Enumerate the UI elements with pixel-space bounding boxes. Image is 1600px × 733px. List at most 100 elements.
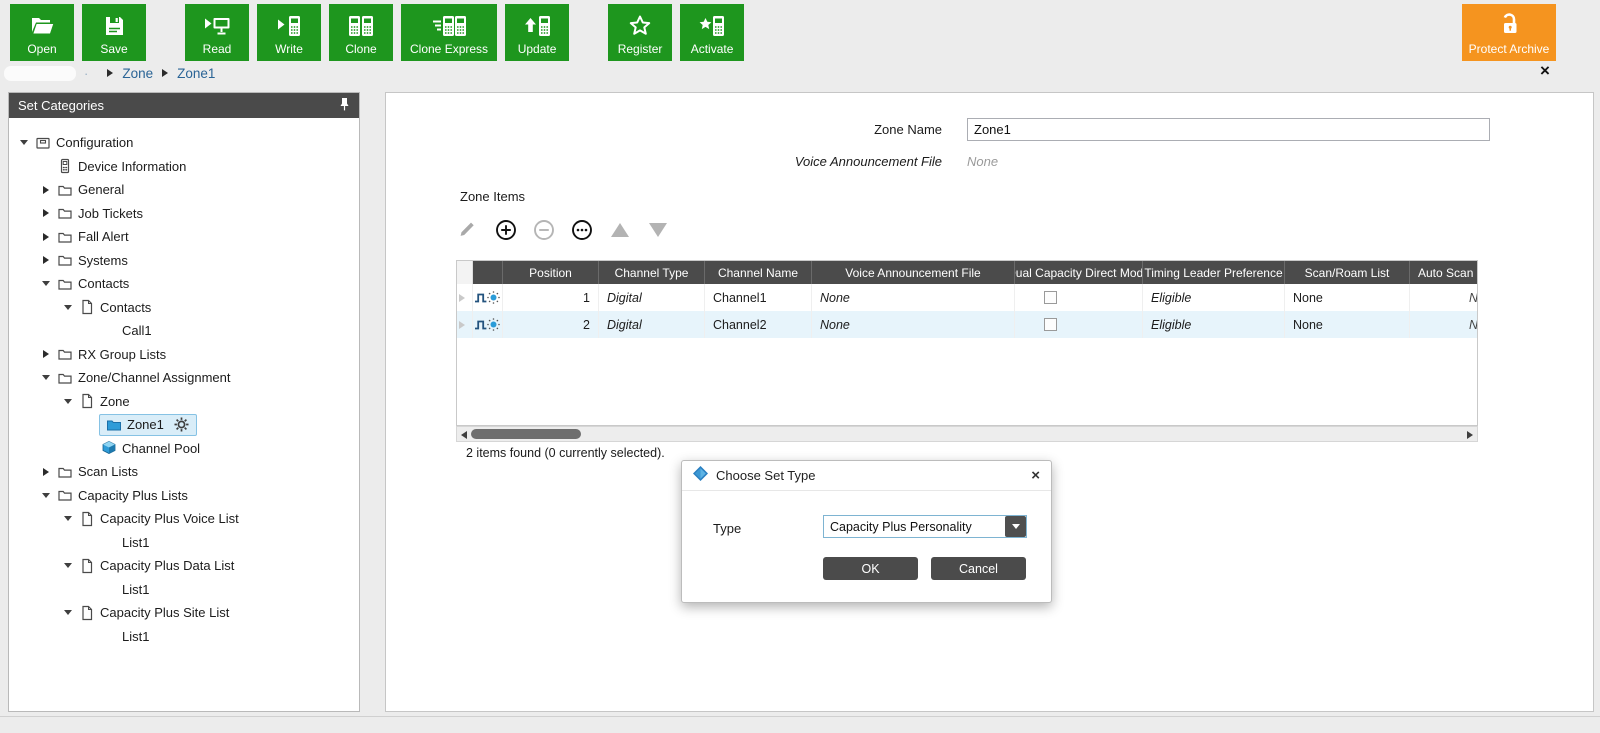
sidebar-item-job-tickets[interactable]: Job Tickets bbox=[9, 202, 359, 226]
scroll-right-icon[interactable] bbox=[1467, 431, 1473, 439]
chevron-down-icon[interactable] bbox=[59, 563, 77, 568]
activate-button[interactable]: Activate bbox=[680, 4, 744, 61]
sidebar-item-list1[interactable]: List1 bbox=[9, 578, 359, 602]
sidebar-item-zone[interactable]: Zone bbox=[9, 390, 359, 414]
dialog-close-icon[interactable]: × bbox=[1031, 467, 1040, 484]
tree-item-content: Scan Lists bbox=[55, 464, 141, 480]
update-button[interactable]: Update bbox=[505, 4, 569, 61]
folder-icon bbox=[55, 346, 75, 362]
sidebar-item-contacts[interactable]: Contacts bbox=[9, 296, 359, 320]
read-icon bbox=[204, 4, 231, 42]
table-row[interactable]: 1DigitalChannel1NoneEligibleNoneNo bbox=[457, 284, 1478, 311]
folder-icon bbox=[55, 487, 75, 503]
chevron-down-icon[interactable] bbox=[59, 399, 77, 404]
write-button[interactable]: Write bbox=[257, 4, 321, 61]
sidebar-item-list1[interactable]: List1 bbox=[9, 625, 359, 649]
save-button[interactable]: Save bbox=[82, 4, 146, 61]
chevron-right-icon[interactable] bbox=[459, 321, 465, 329]
sidebar-item-zone-channel-assignment[interactable]: Zone/Channel Assignment bbox=[9, 366, 359, 390]
chevron-down-icon[interactable] bbox=[37, 281, 55, 286]
radio-icon bbox=[55, 158, 75, 174]
activate-icon bbox=[699, 4, 725, 42]
sidebar-item-capacity-plus-voice-list[interactable]: Capacity Plus Voice List bbox=[9, 507, 359, 531]
cell-dual-capacity-direct-mode bbox=[1015, 284, 1143, 311]
edit-pencil-icon[interactable] bbox=[456, 217, 480, 243]
sidebar-item-fall-alert[interactable]: Fall Alert bbox=[9, 225, 359, 249]
move-up-icon[interactable] bbox=[608, 217, 632, 243]
zone-items-toolbar bbox=[456, 215, 670, 245]
more-options-ellipsis-icon[interactable] bbox=[570, 217, 594, 243]
sidebar-item-list1[interactable]: List1 bbox=[9, 531, 359, 555]
pin-icon[interactable] bbox=[339, 97, 350, 114]
sidebar-item-device-information[interactable]: Device Information bbox=[9, 155, 359, 179]
chevron-right-icon[interactable] bbox=[459, 294, 465, 302]
breadcrumb-item-zone1[interactable]: Zone1 bbox=[177, 66, 215, 81]
sidebar-title: Set Categories bbox=[18, 98, 104, 113]
checkbox[interactable] bbox=[1044, 318, 1057, 331]
chevron-down-icon[interactable] bbox=[59, 516, 77, 521]
voice-announcement-file-value: None bbox=[967, 154, 998, 169]
sidebar-item-call1[interactable]: Call1 bbox=[9, 319, 359, 343]
checkbox[interactable] bbox=[1044, 291, 1057, 304]
chevron-down-icon[interactable] bbox=[37, 375, 55, 380]
cube-icon bbox=[99, 440, 119, 456]
open-folder-icon bbox=[29, 4, 55, 42]
breadcrumb-dot: · bbox=[84, 66, 88, 81]
clone-button[interactable]: Clone bbox=[329, 4, 393, 61]
breadcrumb-item-zone[interactable]: Zone bbox=[122, 66, 153, 81]
table-row[interactable]: 2DigitalChannel2NoneEligibleNoneNo bbox=[457, 311, 1478, 338]
add-circle-plus-icon[interactable] bbox=[494, 217, 518, 243]
sidebar-item-capacity-plus-site-list[interactable]: Capacity Plus Site List bbox=[9, 601, 359, 625]
chevron-down-icon[interactable] bbox=[59, 305, 77, 310]
horizontal-scrollbar[interactable] bbox=[456, 426, 1478, 442]
column-header-auto-scan: Auto Scan bbox=[1410, 261, 1478, 284]
close-icon[interactable]: × bbox=[1540, 62, 1550, 80]
scrollbar-thumb[interactable] bbox=[471, 429, 581, 439]
tree-item-label: General bbox=[75, 182, 127, 197]
digital-channel-icon bbox=[473, 311, 503, 338]
sidebar-item-capacity-plus-lists[interactable]: Capacity Plus Lists bbox=[9, 484, 359, 508]
sidebar-item-channel-pool[interactable]: Channel Pool bbox=[9, 437, 359, 461]
zone-name-input[interactable] bbox=[967, 118, 1490, 141]
toolbar-button-label: Activate bbox=[691, 42, 734, 61]
open-button[interactable]: Open bbox=[10, 4, 74, 61]
protect-archive-button[interactable]: Protect Archive bbox=[1462, 4, 1556, 61]
chevron-down-icon[interactable] bbox=[1005, 516, 1026, 537]
chevron-right-icon[interactable] bbox=[37, 233, 55, 241]
chevron-right-icon[interactable] bbox=[37, 350, 55, 358]
chevron-right-icon[interactable] bbox=[37, 468, 55, 476]
sidebar-item-configuration[interactable]: Configuration bbox=[9, 131, 359, 155]
chevron-right-icon[interactable] bbox=[37, 209, 55, 217]
chevron-down-icon[interactable] bbox=[37, 493, 55, 498]
sidebar-item-systems[interactable]: Systems bbox=[9, 249, 359, 273]
sidebar-item-capacity-plus-data-list[interactable]: Capacity Plus Data List bbox=[9, 554, 359, 578]
move-down-icon[interactable] bbox=[646, 217, 670, 243]
chevron-down-icon[interactable] bbox=[15, 140, 33, 145]
set-type-dropdown[interactable]: Capacity Plus Personality bbox=[823, 515, 1027, 538]
remove-circle-minus-icon[interactable] bbox=[532, 217, 556, 243]
chevron-down-icon[interactable] bbox=[59, 610, 77, 615]
cancel-button[interactable]: Cancel bbox=[931, 557, 1026, 580]
register-button[interactable]: Register bbox=[608, 4, 672, 61]
clone-express-button[interactable]: Clone Express bbox=[401, 4, 497, 61]
chevron-right-icon[interactable] bbox=[37, 186, 55, 194]
sidebar-item-general[interactable]: General bbox=[9, 178, 359, 202]
digital-channel-icon bbox=[473, 284, 503, 311]
sidebar-item-rx-group-lists[interactable]: RX Group Lists bbox=[9, 343, 359, 367]
gear-icon[interactable] bbox=[174, 417, 189, 432]
scroll-left-icon[interactable] bbox=[461, 431, 467, 439]
row-expander bbox=[457, 284, 473, 311]
tree-item-content: Capacity Plus Lists bbox=[55, 487, 191, 503]
tree-item-label: List1 bbox=[119, 582, 152, 597]
sidebar-item-scan-lists[interactable]: Scan Lists bbox=[9, 460, 359, 484]
chevron-right-icon[interactable] bbox=[37, 256, 55, 264]
cell-voice-announcement-file: None bbox=[812, 284, 1015, 311]
cell-scan-roam-list: None bbox=[1285, 284, 1410, 311]
tree-item-label: Zone1 bbox=[124, 417, 167, 432]
ok-button[interactable]: OK bbox=[823, 557, 918, 580]
read-button[interactable]: Read bbox=[185, 4, 249, 61]
sidebar-item-contacts[interactable]: Contacts bbox=[9, 272, 359, 296]
write-icon bbox=[277, 4, 301, 42]
sidebar-item-zone1[interactable]: Zone1 bbox=[9, 413, 359, 437]
zone-name-label: Zone Name bbox=[386, 122, 942, 137]
